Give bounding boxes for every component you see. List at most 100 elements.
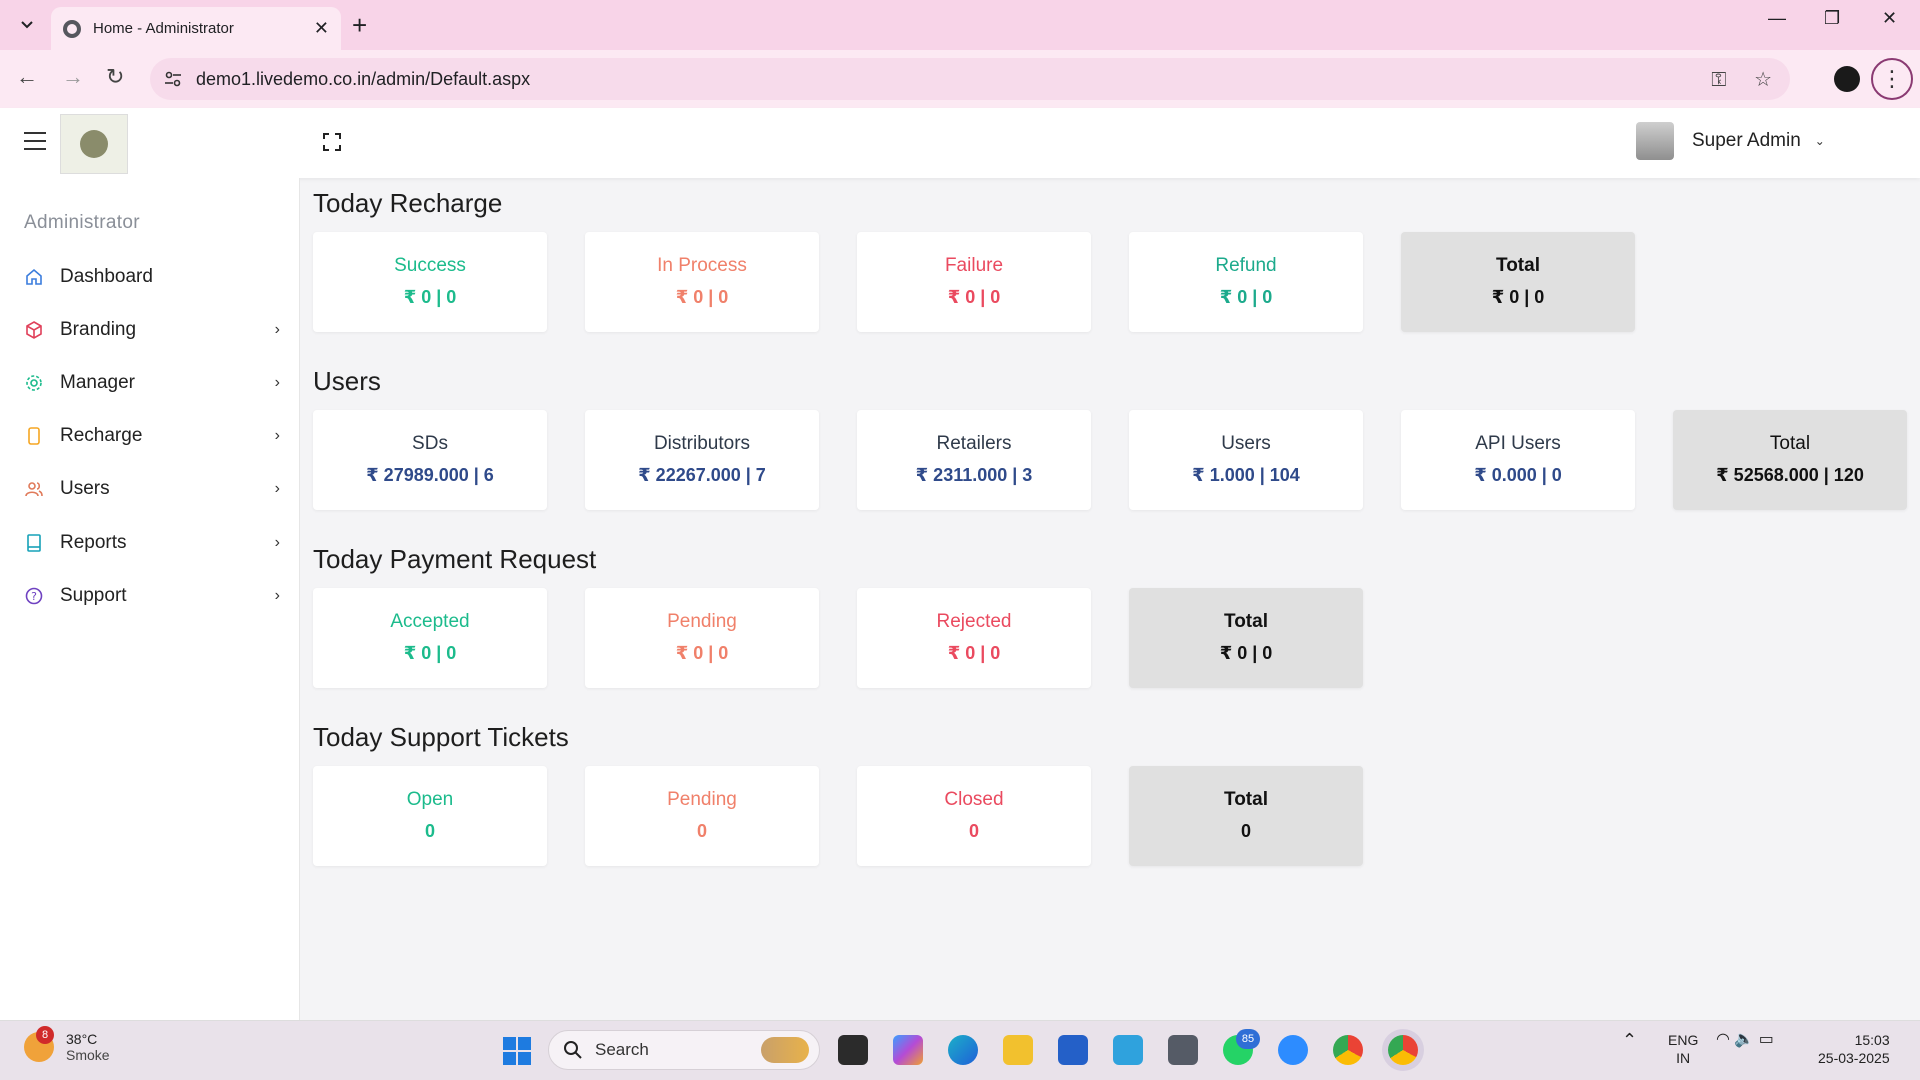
card-label: Total [1224, 611, 1268, 632]
whatsapp-badge: 85 [1236, 1029, 1260, 1049]
wifi-icon: ◠ [1716, 1031, 1730, 1048]
card-value: 0 [968, 821, 979, 841]
book-icon [24, 533, 44, 553]
notepad-icon[interactable] [1113, 1035, 1143, 1065]
card-value: 0 [696, 821, 707, 841]
sidebar-item-reports[interactable]: Reports › [0, 523, 300, 563]
sidebar-item-support[interactable]: ? Support › [0, 576, 300, 616]
lang-line1: ENG [1668, 1032, 1699, 1048]
card-payment-pending[interactable]: Pending ₹ 0 | 0 [585, 588, 819, 688]
card-recharge-in-process[interactable]: In Process ₹ 0 | 0 [585, 232, 819, 332]
windows-start-icon[interactable] [502, 1036, 532, 1066]
card-recharge-total[interactable]: Total ₹ 0 | 0 [1401, 232, 1635, 332]
home-icon [24, 267, 44, 287]
card-recharge-failure[interactable]: Failure ₹ 0 | 0 [857, 232, 1091, 332]
copilot-icon[interactable] [893, 1035, 923, 1065]
card-value: ₹ 2311.000 | 3 [915, 465, 1033, 485]
browser-menu-button[interactable]: ⋮ [1871, 58, 1913, 100]
browser-tab[interactable]: Home - Administrator ✕ [51, 7, 341, 50]
card-label: API Users [1475, 433, 1561, 454]
new-tab-button[interactable]: + [352, 10, 367, 40]
site-info-icon[interactable] [164, 70, 182, 88]
section-title-payment: Today Payment Request [313, 544, 597, 574]
card-payment-accepted[interactable]: Accepted ₹ 0 | 0 [313, 588, 547, 688]
tab-title: Home - Administrator [93, 20, 234, 37]
language-indicator[interactable]: ENG IN [1668, 1031, 1698, 1067]
zoom-icon[interactable] [1278, 1035, 1308, 1065]
microsoft-store-icon[interactable] [1058, 1035, 1088, 1065]
sidebar: Administrator Dashboard Branding › Manag… [0, 178, 300, 1020]
site-favicon-icon [63, 19, 81, 38]
sidebar-item-branding[interactable]: Branding › [0, 310, 300, 350]
search-highlight-icon [761, 1037, 809, 1063]
card-users-sds[interactable]: SDs ₹ 27989.000 | 6 [313, 410, 547, 510]
card-users-users[interactable]: Users ₹ 1.000 | 104 [1129, 410, 1363, 510]
bookmark-star-icon[interactable]: ☆ [1754, 69, 1772, 91]
card-support-pending[interactable]: Pending 0 [585, 766, 819, 866]
forward-button[interactable]: → [62, 64, 84, 90]
card-label: Pending [667, 789, 737, 810]
task-view-icon[interactable] [838, 1035, 868, 1065]
chrome-active-icon[interactable] [1388, 1035, 1418, 1065]
sidebar-item-recharge[interactable]: Recharge › [0, 416, 300, 456]
box-icon [24, 320, 44, 340]
brand-logo[interactable] [60, 114, 128, 174]
sidebar-item-label: Dashboard [60, 266, 153, 287]
phone-icon [24, 426, 44, 446]
card-label: Pending [667, 611, 737, 632]
reload-button[interactable]: ↻ [106, 64, 124, 90]
profile-avatar-icon[interactable] [1834, 66, 1860, 92]
chevron-down-icon [21, 21, 33, 29]
card-support-closed[interactable]: Closed 0 [857, 766, 1091, 866]
users-icon [24, 479, 44, 499]
gear-icon [24, 373, 44, 393]
minimize-button[interactable]: — [1768, 8, 1786, 29]
show-hidden-icons-icon[interactable]: ⌃ [1622, 1031, 1637, 1049]
card-support-total[interactable]: Total 0 [1129, 766, 1363, 866]
volume-icon: 🔈 [1734, 1031, 1755, 1048]
card-recharge-refund[interactable]: Refund ₹ 0 | 0 [1129, 232, 1363, 332]
sidebar-item-users[interactable]: Users › [0, 469, 300, 509]
weather-sun-icon: 8 [24, 1026, 54, 1062]
card-recharge-success[interactable]: Success ₹ 0 | 0 [313, 232, 547, 332]
user-menu[interactable]: Super Admin ⌄ [1636, 122, 1825, 160]
card-payment-total[interactable]: Total ₹ 0 | 0 [1129, 588, 1363, 688]
card-users-distributors[interactable]: Distributors ₹ 22267.000 | 7 [585, 410, 819, 510]
file-explorer-icon[interactable] [1003, 1035, 1033, 1065]
close-tab-icon[interactable]: ✕ [314, 18, 329, 39]
sidebar-item-label: Reports [60, 532, 127, 553]
password-key-icon[interactable]: ⚿ [1711, 69, 1726, 91]
restore-button[interactable]: ❐ [1824, 8, 1840, 29]
card-value: 0 [424, 821, 435, 841]
card-payment-rejected[interactable]: Rejected ₹ 0 | 0 [857, 588, 1091, 688]
back-button[interactable]: ← [16, 64, 38, 90]
calculator-icon[interactable] [1168, 1035, 1198, 1065]
card-users-api-users[interactable]: API Users ₹ 0.000 | 0 [1401, 410, 1635, 510]
sidebar-item-manager[interactable]: Manager › [0, 363, 300, 403]
battery-icon: ▭ [1758, 1031, 1774, 1048]
chevron-right-icon: › [274, 374, 280, 391]
fullscreen-icon[interactable] [322, 132, 342, 152]
browser-toolbar: ← → ↻ demo1.livedemo.co.in/admin/Default… [0, 50, 1920, 108]
sidebar-item-label: Manager [60, 372, 135, 393]
card-value: ₹ 0.000 | 0 [1474, 465, 1562, 485]
weather-widget[interactable]: 8 38°C Smoke [24, 1026, 110, 1063]
card-value: ₹ 0 | 0 [947, 287, 1001, 307]
card-users-total[interactable]: Total ₹ 52568.000 | 120 [1673, 410, 1907, 510]
edge-browser-icon[interactable] [948, 1035, 978, 1065]
card-users-retailers[interactable]: Retailers ₹ 2311.000 | 3 [857, 410, 1091, 510]
address-bar[interactable]: demo1.livedemo.co.in/admin/Default.aspx … [150, 58, 1790, 100]
close-window-button[interactable]: ✕ [1882, 8, 1897, 29]
card-label: Users [1221, 433, 1271, 454]
chevron-right-icon: › [274, 480, 280, 497]
card-value: ₹ 0 | 0 [1491, 287, 1545, 307]
tab-search-dropdown[interactable] [12, 10, 42, 40]
sidebar-toggle-icon[interactable] [24, 132, 46, 150]
taskbar-search[interactable]: Search [548, 1030, 820, 1070]
network-volume-battery-icons[interactable]: ◠ 🔈 ▭ [1716, 1031, 1774, 1049]
card-support-open[interactable]: Open 0 [313, 766, 547, 866]
svg-text:?: ? [31, 590, 37, 603]
clock[interactable]: 15:03 25-03-2025 [1818, 1031, 1890, 1067]
chrome-icon[interactable] [1333, 1035, 1363, 1065]
sidebar-item-dashboard[interactable]: Dashboard [0, 257, 300, 297]
